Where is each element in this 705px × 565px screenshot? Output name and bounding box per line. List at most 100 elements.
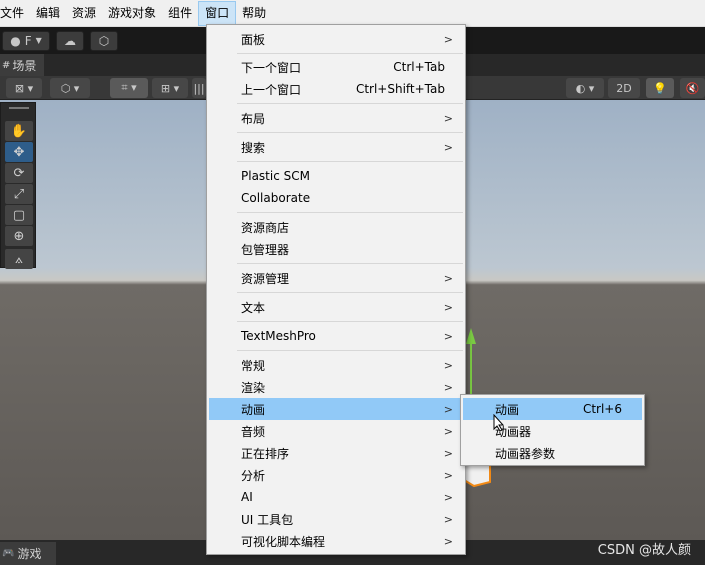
menu-item-asset-management[interactable]: 资源管理 >	[209, 267, 463, 289]
ruler-button[interactable]: |||	[192, 78, 206, 98]
menu-separator	[237, 263, 463, 264]
chevron-right-icon: >	[443, 402, 453, 416]
rect-tool[interactable]: ▢	[5, 205, 33, 225]
menu-separator	[237, 132, 463, 133]
tools-overlay: ✋ ✥ ⟳ ⤢ ▢ ⊕ ⟑	[0, 102, 36, 269]
animation-submenu: 动画 Ctrl+6 动画器 动画器参数	[460, 394, 645, 466]
window-menu: 面板 > 下一个窗口 Ctrl+Tab 上一个窗口 Ctrl+Shift+Tab 布局…	[206, 24, 466, 555]
y-axis-arrow	[466, 328, 476, 344]
menu-item-asset-store[interactable]: 资源商店	[209, 216, 463, 238]
hand-icon: ✋	[10, 123, 28, 139]
hand-tool[interactable]: ✋	[5, 121, 33, 141]
tab-game-label: 游戏	[17, 547, 42, 561]
chevron-right-icon: >	[443, 300, 453, 314]
menu-separator	[237, 161, 463, 162]
menu-separator	[237, 212, 463, 213]
menu-help[interactable]: 帮助	[236, 1, 272, 26]
scale-icon: ⤢	[13, 186, 25, 202]
2d-toggle[interactable]: 2D	[608, 78, 640, 98]
move-icon: ✥	[13, 144, 25, 160]
submenu-item-animator-parameters[interactable]: 动画器参数	[463, 442, 642, 464]
chevron-right-icon: >	[443, 271, 453, 285]
chevron-right-icon: >	[443, 140, 453, 154]
menu-item-next-window[interactable]: 下一个窗口 Ctrl+Tab	[209, 56, 463, 78]
menu-separator	[237, 292, 463, 293]
snap-button[interactable]: ⊞ ▾	[152, 78, 188, 98]
menu-separator	[237, 350, 463, 351]
menu-file[interactable]: 文件	[0, 1, 30, 26]
transform-icon: ⊕	[13, 228, 25, 244]
menu-item-sequencing[interactable]: 正在排序 >	[209, 442, 463, 464]
menu-item-animation[interactable]: 动画 >	[209, 398, 463, 420]
rotate-tool[interactable]: ⟳	[5, 163, 33, 183]
custom-tool[interactable]: ⟑	[5, 249, 33, 269]
rotate-icon: ⟳	[13, 165, 25, 181]
menu-item-collaborate[interactable]: Collaborate	[209, 187, 463, 209]
custom-tool-icon: ⟑	[15, 251, 23, 267]
chevron-right-icon: >	[443, 512, 453, 526]
draw-mode-button[interactable]: ⊠ ▾	[6, 78, 42, 98]
menu-edit[interactable]: 编辑	[30, 1, 66, 26]
submenu-item-animator[interactable]: 动画器	[463, 420, 642, 442]
cloud-button[interactable]: ☁	[56, 30, 84, 51]
menu-item-rendering[interactable]: 渲染 >	[209, 376, 463, 398]
gamepad-icon: 🎮	[2, 548, 15, 559]
menu-component[interactable]: 组件	[162, 1, 198, 26]
transform-tool[interactable]: ⊕	[5, 226, 33, 246]
chevron-down-icon: ▼	[35, 36, 42, 45]
chevron-right-icon: >	[443, 446, 453, 460]
chevron-right-icon: >	[443, 32, 453, 46]
chevron-right-icon: >	[443, 534, 453, 548]
menu-item-plastic-scm[interactable]: Plastic SCM	[209, 165, 463, 187]
move-tool[interactable]: ✥	[5, 142, 33, 162]
menu-item-general[interactable]: 常规 >	[209, 354, 463, 376]
light-toggle[interactable]: 💡	[646, 78, 674, 98]
chevron-right-icon: >	[443, 329, 453, 343]
scale-tool[interactable]: ⤢	[5, 184, 33, 204]
menu-item-textmeshpro[interactable]: TextMeshPro >	[209, 325, 463, 347]
menu-item-ui-toolkit[interactable]: UI 工具包 >	[209, 508, 463, 530]
menu-item-audio[interactable]: 音频 >	[209, 420, 463, 442]
menu-bar: 文件 编辑 资源 游戏对象 组件 窗口 帮助	[0, 0, 705, 27]
mouse-cursor-icon	[493, 414, 505, 432]
menu-item-text[interactable]: 文本 >	[209, 296, 463, 318]
tab-game[interactable]: 🎮 游戏	[0, 542, 56, 565]
menu-window[interactable]: 窗口	[198, 0, 237, 26]
tab-scene[interactable]: # 场景	[0, 54, 44, 76]
menu-item-visual-scripting[interactable]: 可视化脚本编程 >	[209, 530, 463, 552]
chevron-right-icon: >	[443, 380, 453, 394]
account-icon: ●	[10, 33, 21, 48]
menu-item-panels[interactable]: 面板 >	[209, 28, 463, 50]
collab-button[interactable]: ⬡	[90, 30, 118, 51]
menu-item-ai[interactable]: AI >	[209, 486, 463, 508]
chevron-right-icon: >	[443, 111, 453, 125]
submenu-item-animation[interactable]: 动画 Ctrl+6	[463, 398, 642, 420]
watermark: CSDN @故人颜	[597, 543, 691, 558]
shading-button[interactable]: ◐ ▾	[566, 78, 604, 98]
menu-item-prev-window[interactable]: 上一个窗口 Ctrl+Shift+Tab	[209, 78, 463, 100]
collab-icon: ⬡	[98, 33, 110, 48]
menu-gameobject[interactable]: 游戏对象	[102, 1, 162, 26]
chevron-right-icon: >	[443, 358, 453, 372]
panel-handle[interactable]	[9, 107, 29, 109]
chevron-right-icon: >	[443, 424, 453, 438]
grid-snap-button[interactable]: ⌗ ▾	[110, 78, 148, 98]
chevron-right-icon: >	[443, 468, 453, 482]
menu-item-package-manager[interactable]: 包管理器	[209, 238, 463, 260]
menu-assets[interactable]: 资源	[66, 1, 102, 26]
audio-toggle[interactable]: 🔇	[680, 78, 705, 98]
menu-separator	[237, 53, 463, 54]
menu-item-search[interactable]: 搜索 >	[209, 136, 463, 158]
cloud-icon: ☁	[64, 33, 76, 48]
menu-item-layouts[interactable]: 布局 >	[209, 107, 463, 129]
grid-icon: #	[2, 59, 11, 71]
menu-separator	[237, 103, 463, 104]
menu-item-analysis[interactable]: 分析 >	[209, 464, 463, 486]
account-label: F	[24, 33, 32, 48]
chevron-right-icon: >	[443, 490, 453, 504]
menu-separator	[237, 321, 463, 322]
gizmo-mode-button[interactable]: ⬡ ▾	[50, 78, 90, 98]
rect-icon: ▢	[12, 207, 26, 223]
tab-scene-label: 场景	[12, 58, 37, 73]
account-button[interactable]: ● F ▼	[2, 30, 50, 51]
